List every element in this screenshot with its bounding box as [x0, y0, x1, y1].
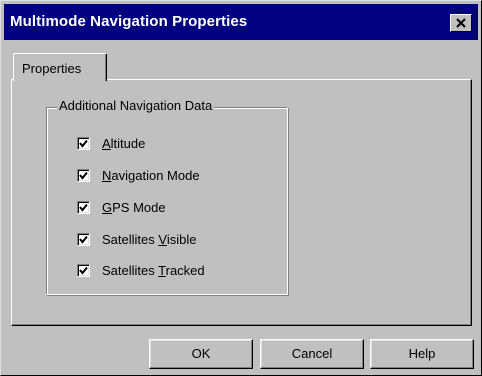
close-icon — [456, 18, 466, 28]
checkbox-box[interactable] — [77, 233, 90, 246]
check-icon — [79, 235, 88, 244]
checkbox-label: Navigation Mode — [102, 168, 200, 183]
group-label: Additional Navigation Data — [57, 98, 215, 113]
check-icon — [79, 266, 88, 275]
tab-properties[interactable]: Properties — [13, 53, 107, 81]
check-icon — [79, 139, 88, 148]
checkbox-label: GPS Mode — [102, 200, 166, 215]
checkbox-label: Satellites Tracked — [102, 263, 205, 278]
checkbox-label: Satellites Visible — [102, 232, 197, 247]
cancel-button[interactable]: Cancel — [260, 339, 364, 369]
dialog-window: Multimode Navigation Properties Properti… — [0, 0, 482, 376]
title-bar[interactable]: Multimode Navigation Properties — [4, 4, 478, 40]
checkbox-box[interactable] — [77, 264, 90, 277]
ok-button[interactable]: OK — [149, 339, 253, 369]
checkbox-label: Altitude — [102, 136, 146, 151]
checkbox-box[interactable] — [77, 137, 90, 150]
checkbox-box[interactable] — [77, 169, 90, 182]
help-button[interactable]: Help — [370, 339, 474, 369]
checkbox-box[interactable] — [77, 201, 90, 214]
close-button[interactable] — [450, 14, 472, 32]
tab-label: Properties — [22, 61, 82, 76]
window-title: Multimode Navigation Properties — [10, 13, 248, 30]
check-icon — [79, 203, 88, 212]
check-icon — [79, 171, 88, 180]
